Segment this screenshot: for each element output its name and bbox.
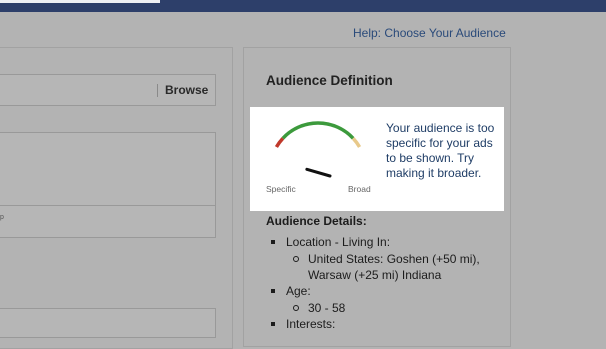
browse-divider	[157, 84, 158, 97]
browse-button[interactable]: Browse	[165, 83, 208, 97]
gauge-arc-specific	[274, 137, 285, 148]
field-tick-text: p	[0, 214, 4, 221]
detail-interests: Interests:	[270, 316, 506, 332]
audience-details-title: Audience Details:	[266, 214, 367, 228]
detail-label: Age:	[286, 284, 311, 298]
help-choose-audience-link[interactable]: Help: Choose Your Audience	[353, 26, 506, 40]
gauge-arc-broad	[351, 137, 362, 148]
detail-location: Location - Living In: United States: Gos…	[270, 234, 506, 283]
gauge-needle	[305, 167, 332, 178]
audience-gauge-card: Specific Broad Your audience is too spec…	[250, 107, 504, 211]
audience-definition-title: Audience Definition	[266, 73, 393, 88]
detail-age: Age: 30 - 58	[270, 283, 506, 316]
field-divider	[0, 205, 216, 206]
gauge-label-specific: Specific	[266, 184, 297, 194]
gauge-arc-mid	[281, 121, 355, 140]
top-bar-tab[interactable]	[0, 0, 160, 3]
lower-field-box[interactable]	[0, 308, 216, 338]
detail-subitem: 30 - 58	[288, 300, 506, 316]
audience-details: Location - Living In: United States: Gos…	[270, 234, 506, 332]
targeting-field-box[interactable]	[0, 132, 216, 238]
detail-label: Interests:	[286, 317, 336, 331]
detail-subitem: United States: Goshen (+50 mi), Warsaw (…	[288, 251, 506, 283]
audience-warning-message: Your audience is too specific for your a…	[386, 121, 495, 180]
audience-gauge: Specific Broad	[266, 121, 371, 194]
detail-label: Location - Living In:	[286, 235, 391, 249]
gauge-label-broad: Broad	[348, 184, 371, 194]
